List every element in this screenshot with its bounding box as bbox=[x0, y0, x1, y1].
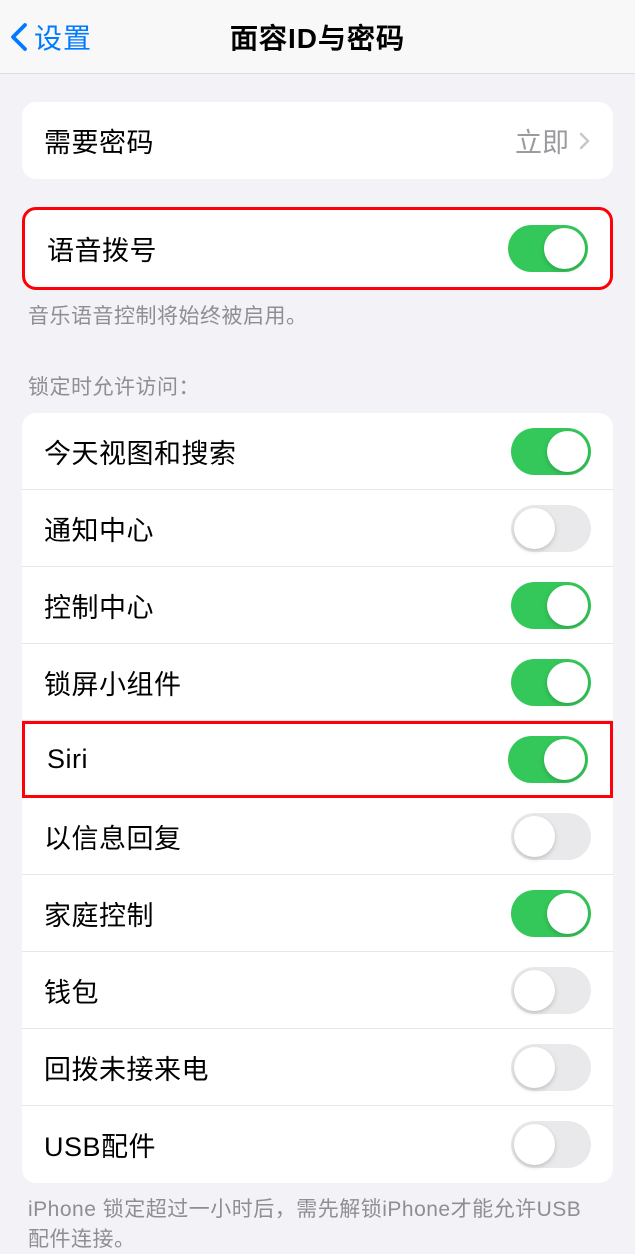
lock-item-label: 钱包 bbox=[44, 971, 99, 1010]
lock-item-toggle[interactable] bbox=[511, 505, 591, 552]
lock-item-label: 控制中心 bbox=[44, 586, 154, 625]
chevron-right-icon bbox=[579, 132, 591, 150]
nav-header: 设置 面容ID与密码 bbox=[0, 0, 635, 74]
lock-item-cell: 回拨未接来电 bbox=[22, 1029, 613, 1106]
lock-item-toggle[interactable] bbox=[511, 428, 591, 475]
voice-dial-toggle[interactable] bbox=[508, 225, 588, 272]
section-lock-access: 锁定时允许访问： 今天视图和搜索通知中心控制中心锁屏小组件 Siri 以信息回复家庭… bbox=[22, 371, 613, 1254]
lock-item-label: 锁屏小组件 bbox=[44, 663, 182, 702]
lock-item-cell: USB配件 bbox=[22, 1106, 613, 1183]
lock-item-toggle[interactable] bbox=[511, 659, 591, 706]
lock-item-cell: 以信息回复 bbox=[22, 798, 613, 875]
lock-item-label: 以信息回复 bbox=[44, 817, 182, 856]
require-passcode-label: 需要密码 bbox=[44, 121, 154, 160]
lock-item-label: 今天视图和搜索 bbox=[44, 432, 237, 471]
back-button[interactable]: 设置 bbox=[0, 17, 92, 57]
lock-item-cell: 通知中心 bbox=[22, 490, 613, 567]
lock-item-cell: Siri bbox=[22, 721, 613, 798]
lock-item-toggle[interactable] bbox=[511, 967, 591, 1014]
require-passcode-value: 立即 bbox=[515, 121, 569, 160]
lock-item-toggle[interactable] bbox=[511, 1044, 591, 1091]
lock-item-label: 家庭控制 bbox=[44, 894, 154, 933]
lock-item-label: Siri bbox=[47, 744, 88, 775]
usb-footer: iPhone 锁定超过一小时后，需先解锁iPhone才能允许USB 配件连接。 bbox=[22, 1183, 613, 1254]
page-title: 面容ID与密码 bbox=[230, 17, 405, 57]
lock-item-toggle[interactable] bbox=[511, 1121, 591, 1168]
voice-dial-footer: 音乐语音控制将始终被启用。 bbox=[22, 290, 613, 331]
lock-item-cell: 家庭控制 bbox=[22, 875, 613, 952]
lock-item-cell: 控制中心 bbox=[22, 567, 613, 644]
lock-item-cell: 今天视图和搜索 bbox=[22, 413, 613, 490]
back-label: 设置 bbox=[34, 17, 92, 57]
section-passcode: 需要密码 立即 bbox=[22, 102, 613, 179]
voice-dial-label: 语音拨号 bbox=[47, 229, 157, 268]
lock-item-label: 回拨未接来电 bbox=[44, 1048, 209, 1087]
section-voice-dial: 语音拨号 音乐语音控制将始终被启用。 bbox=[22, 207, 613, 331]
lock-item-toggle[interactable] bbox=[511, 813, 591, 860]
lock-item-label: 通知中心 bbox=[44, 509, 154, 548]
voice-dial-cell: 语音拨号 bbox=[25, 210, 610, 287]
lock-access-caption: 锁定时允许访问： bbox=[22, 371, 613, 413]
lock-item-toggle[interactable] bbox=[508, 736, 588, 783]
lock-item-toggle[interactable] bbox=[511, 890, 591, 937]
lock-item-cell: 锁屏小组件 bbox=[22, 644, 613, 721]
lock-item-toggle[interactable] bbox=[511, 582, 591, 629]
lock-item-cell: 钱包 bbox=[22, 952, 613, 1029]
require-passcode-cell[interactable]: 需要密码 立即 bbox=[22, 102, 613, 179]
chevron-left-icon bbox=[10, 22, 28, 52]
lock-access-group: 今天视图和搜索通知中心控制中心锁屏小组件 Siri 以信息回复家庭控制钱包回拨未接来… bbox=[22, 413, 613, 1183]
lock-item-label: USB配件 bbox=[44, 1125, 156, 1164]
